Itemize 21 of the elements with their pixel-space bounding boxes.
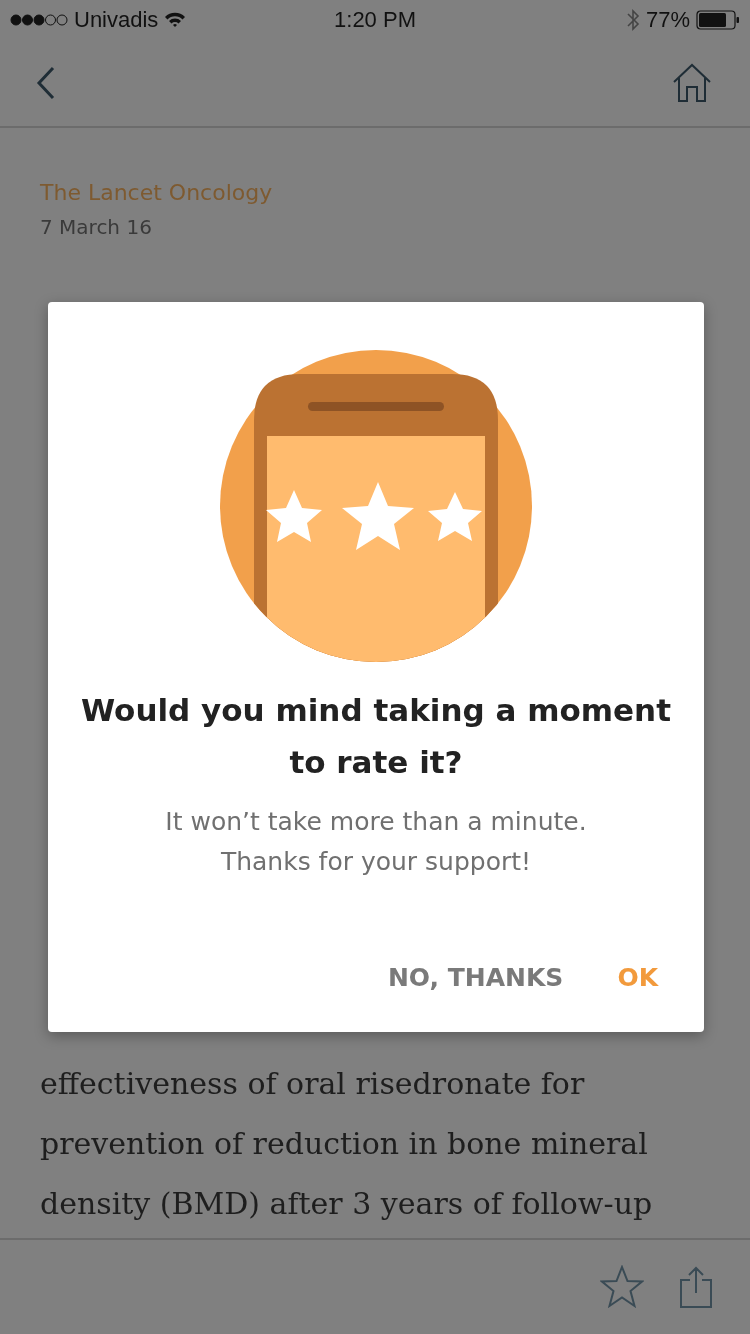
- article-text-line: prevention of reduction in bone mineral: [40, 1125, 649, 1163]
- status-time: 1:20 PM: [334, 7, 416, 33]
- bluetooth-icon: [625, 8, 640, 32]
- signal-icon: [10, 13, 68, 27]
- star-icon[interactable]: [600, 1265, 644, 1309]
- wifi-icon: [164, 12, 187, 28]
- journal-name[interactable]: The Lancet Oncology: [40, 180, 710, 205]
- ok-button[interactable]: OK: [605, 953, 670, 1002]
- dialog-message: Thanks for your support!: [219, 846, 533, 878]
- battery-icon: [696, 10, 740, 30]
- article-text-line: effectiveness of oral risedronate for: [40, 1065, 586, 1103]
- share-icon[interactable]: [680, 1266, 712, 1308]
- dismiss-button[interactable]: NO, THANKS: [375, 953, 576, 1002]
- battery-percent: 77%: [645, 7, 690, 33]
- carrier-name: Univadis: [74, 7, 159, 33]
- article-date: 7 March 16: [40, 215, 153, 239]
- home-icon[interactable]: [672, 63, 712, 103]
- dialog-message: It won’t take more than a minute.: [165, 806, 587, 838]
- back-icon[interactable]: [36, 66, 56, 100]
- article-text-line: density (BMD) after 3 years of follow-up: [40, 1185, 654, 1223]
- dialog-title: Would you mind taking a moment to rate it?: [80, 691, 672, 782]
